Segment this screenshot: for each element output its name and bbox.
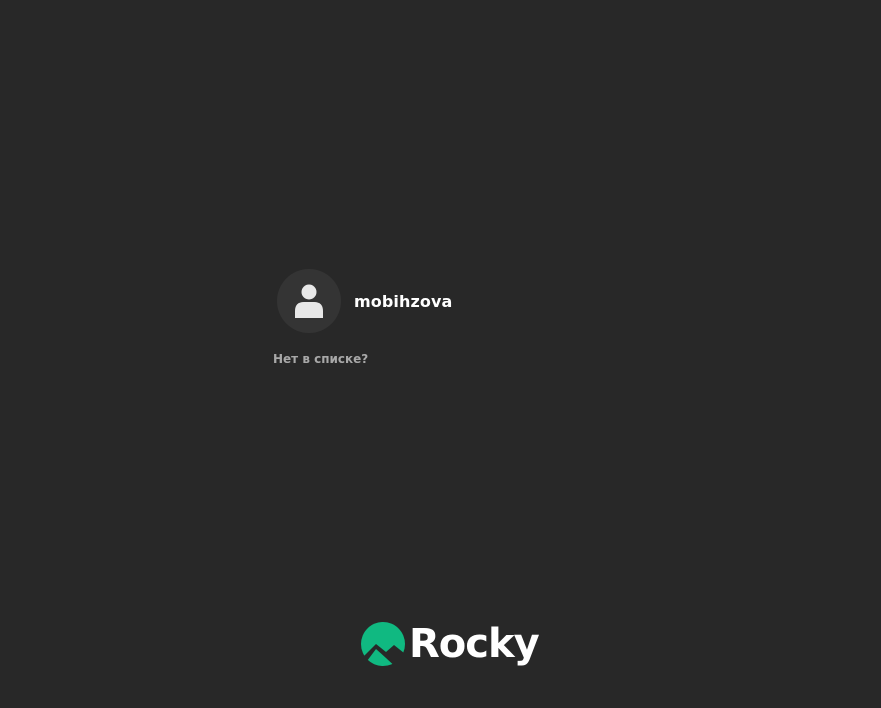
user-name: mobihzova <box>354 291 453 311</box>
user-list: mobihzova <box>273 265 613 337</box>
logo-text: Rocky <box>409 621 540 667</box>
not-listed-link[interactable]: Нет в списке? <box>273 352 368 366</box>
user-silhouette-icon <box>295 284 323 318</box>
rocky-mountain-logo-icon <box>361 622 405 666</box>
user-list-item[interactable]: mobihzova <box>273 265 613 337</box>
distro-logo: Rocky <box>360 620 540 668</box>
login-screen: mobihzova Нет в списке? Rocky <box>0 0 881 708</box>
avatar <box>277 269 341 333</box>
